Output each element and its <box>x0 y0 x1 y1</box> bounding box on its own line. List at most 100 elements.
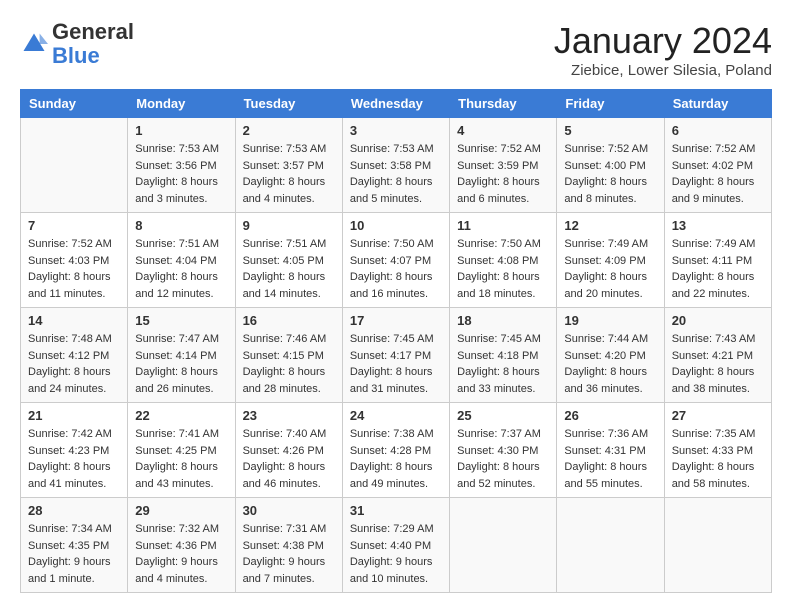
day-header-tuesday: Tuesday <box>235 90 342 118</box>
cell-line: Daylight: 8 hours <box>457 461 540 473</box>
cell-line: Sunrise: 7:32 AM <box>135 523 219 535</box>
calendar-cell: 9Sunrise: 7:51 AMSunset: 4:05 PMDaylight… <box>235 213 342 308</box>
cell-line: Daylight: 8 hours <box>564 271 647 283</box>
cell-line: Daylight: 8 hours <box>564 176 647 188</box>
cell-line: Daylight: 9 hours <box>135 556 218 568</box>
day-content: Sunrise: 7:49 AMSunset: 4:11 PMDaylight:… <box>672 236 764 302</box>
cell-line: Sunset: 3:58 PM <box>350 160 431 172</box>
day-number: 9 <box>243 218 335 233</box>
day-number: 14 <box>28 313 120 328</box>
cell-line: and 33 minutes. <box>457 383 535 395</box>
calendar-week-3: 14Sunrise: 7:48 AMSunset: 4:12 PMDayligh… <box>21 308 772 403</box>
cell-line: Daylight: 8 hours <box>28 271 111 283</box>
cell-line: Sunset: 4:18 PM <box>457 350 538 362</box>
cell-line: Daylight: 8 hours <box>243 461 326 473</box>
calendar-cell: 4Sunrise: 7:52 AMSunset: 3:59 PMDaylight… <box>450 118 557 213</box>
day-number: 3 <box>350 123 442 138</box>
calendar-cell: 3Sunrise: 7:53 AMSunset: 3:58 PMDaylight… <box>342 118 449 213</box>
cell-line: and 24 minutes. <box>28 383 106 395</box>
cell-line: and 36 minutes. <box>564 383 642 395</box>
cell-line: Daylight: 8 hours <box>135 176 218 188</box>
day-content: Sunrise: 7:37 AMSunset: 4:30 PMDaylight:… <box>457 426 549 492</box>
calendar-cell: 8Sunrise: 7:51 AMSunset: 4:04 PMDaylight… <box>128 213 235 308</box>
calendar-cell: 7Sunrise: 7:52 AMSunset: 4:03 PMDaylight… <box>21 213 128 308</box>
calendar-cell: 20Sunrise: 7:43 AMSunset: 4:21 PMDayligh… <box>664 308 771 403</box>
cell-line: Sunrise: 7:51 AM <box>243 238 327 250</box>
cell-line: and 46 minutes. <box>243 478 321 490</box>
calendar-cell: 17Sunrise: 7:45 AMSunset: 4:17 PMDayligh… <box>342 308 449 403</box>
day-header-row: SundayMondayTuesdayWednesdayThursdayFrid… <box>21 90 772 118</box>
cell-line: Sunset: 4:04 PM <box>135 255 216 267</box>
day-number: 29 <box>135 503 227 518</box>
day-content: Sunrise: 7:43 AMSunset: 4:21 PMDaylight:… <box>672 331 764 397</box>
cell-line: and 55 minutes. <box>564 478 642 490</box>
cell-line: Sunset: 4:09 PM <box>564 255 645 267</box>
calendar-cell: 5Sunrise: 7:52 AMSunset: 4:00 PMDaylight… <box>557 118 664 213</box>
cell-line: and 10 minutes. <box>350 573 428 585</box>
logo-icon <box>20 30 48 58</box>
cell-line: Daylight: 8 hours <box>564 366 647 378</box>
cell-line: Sunrise: 7:40 AM <box>243 428 327 440</box>
day-number: 10 <box>350 218 442 233</box>
calendar-cell: 30Sunrise: 7:31 AMSunset: 4:38 PMDayligh… <box>235 498 342 593</box>
cell-line: Sunset: 4:12 PM <box>28 350 109 362</box>
cell-line: and 14 minutes. <box>243 288 321 300</box>
day-content: Sunrise: 7:36 AMSunset: 4:31 PMDaylight:… <box>564 426 656 492</box>
day-content: Sunrise: 7:40 AMSunset: 4:26 PMDaylight:… <box>243 426 335 492</box>
day-number: 28 <box>28 503 120 518</box>
day-content: Sunrise: 7:41 AMSunset: 4:25 PMDaylight:… <box>135 426 227 492</box>
cell-line: Sunset: 4:05 PM <box>243 255 324 267</box>
day-number: 12 <box>564 218 656 233</box>
cell-line: Sunset: 4:03 PM <box>28 255 109 267</box>
cell-line: and 12 minutes. <box>135 288 213 300</box>
cell-line: Sunrise: 7:50 AM <box>350 238 434 250</box>
calendar-cell: 31Sunrise: 7:29 AMSunset: 4:40 PMDayligh… <box>342 498 449 593</box>
cell-line: Sunset: 3:59 PM <box>457 160 538 172</box>
cell-line: and 9 minutes. <box>672 193 744 205</box>
day-content: Sunrise: 7:51 AMSunset: 4:05 PMDaylight:… <box>243 236 335 302</box>
day-number: 1 <box>135 123 227 138</box>
day-number: 21 <box>28 408 120 423</box>
calendar-cell: 13Sunrise: 7:49 AMSunset: 4:11 PMDayligh… <box>664 213 771 308</box>
calendar-week-1: 1Sunrise: 7:53 AMSunset: 3:56 PMDaylight… <box>21 118 772 213</box>
day-number: 27 <box>672 408 764 423</box>
day-number: 31 <box>350 503 442 518</box>
cell-line: Sunrise: 7:49 AM <box>564 238 648 250</box>
cell-line: Sunrise: 7:42 AM <box>28 428 112 440</box>
cell-line: Sunrise: 7:52 AM <box>28 238 112 250</box>
day-number: 26 <box>564 408 656 423</box>
cell-line: Sunset: 4:38 PM <box>243 540 324 552</box>
cell-line: Sunset: 4:17 PM <box>350 350 431 362</box>
cell-line: Sunset: 4:40 PM <box>350 540 431 552</box>
cell-line: Sunset: 4:08 PM <box>457 255 538 267</box>
calendar-cell: 15Sunrise: 7:47 AMSunset: 4:14 PMDayligh… <box>128 308 235 403</box>
logo-blue-text: Blue <box>52 43 100 68</box>
cell-line: Sunset: 3:57 PM <box>243 160 324 172</box>
calendar-week-4: 21Sunrise: 7:42 AMSunset: 4:23 PMDayligh… <box>21 403 772 498</box>
cell-line: Sunset: 4:15 PM <box>243 350 324 362</box>
day-header-thursday: Thursday <box>450 90 557 118</box>
day-header-saturday: Saturday <box>664 90 771 118</box>
cell-line: Sunrise: 7:36 AM <box>564 428 648 440</box>
cell-line: and 11 minutes. <box>28 288 105 300</box>
cell-line: and 22 minutes. <box>672 288 750 300</box>
calendar-body: 1Sunrise: 7:53 AMSunset: 3:56 PMDaylight… <box>21 118 772 593</box>
cell-line: Sunset: 4:30 PM <box>457 445 538 457</box>
calendar-cell: 11Sunrise: 7:50 AMSunset: 4:08 PMDayligh… <box>450 213 557 308</box>
day-number: 15 <box>135 313 227 328</box>
cell-line: Daylight: 8 hours <box>350 176 433 188</box>
day-content: Sunrise: 7:38 AMSunset: 4:28 PMDaylight:… <box>350 426 442 492</box>
day-content: Sunrise: 7:52 AMSunset: 3:59 PMDaylight:… <box>457 141 549 207</box>
day-content: Sunrise: 7:34 AMSunset: 4:35 PMDaylight:… <box>28 521 120 587</box>
cell-line: and 41 minutes. <box>28 478 106 490</box>
cell-line: Daylight: 8 hours <box>564 461 647 473</box>
logo: General Blue <box>20 20 134 68</box>
day-number: 16 <box>243 313 335 328</box>
cell-line: Sunrise: 7:47 AM <box>135 333 219 345</box>
cell-line: Sunset: 4:33 PM <box>672 445 753 457</box>
cell-line: Sunrise: 7:34 AM <box>28 523 112 535</box>
day-header-monday: Monday <box>128 90 235 118</box>
cell-line: and 20 minutes. <box>564 288 642 300</box>
logo-general-text: General <box>52 19 134 44</box>
cell-line: Daylight: 8 hours <box>28 366 111 378</box>
